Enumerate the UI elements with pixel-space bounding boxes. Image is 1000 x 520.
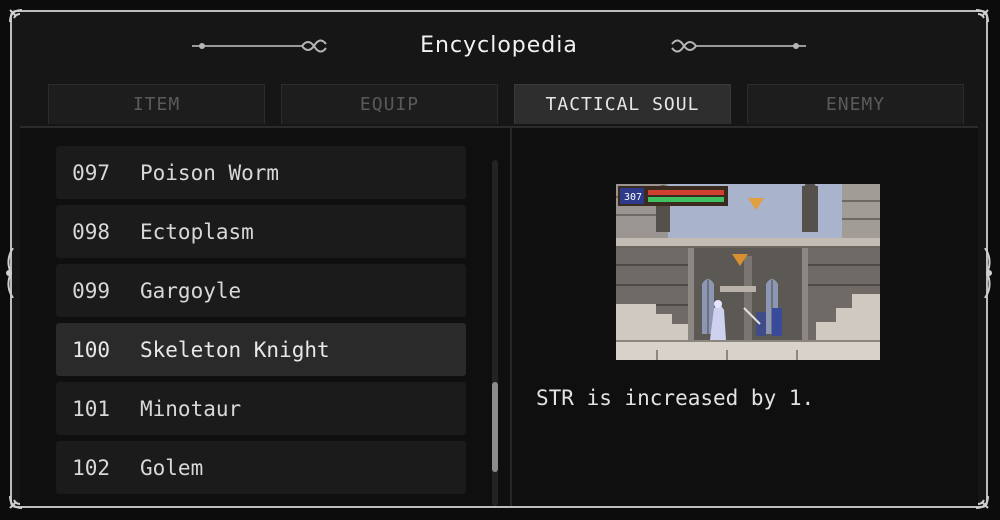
tab-enemy[interactable]: ENEMY bbox=[747, 84, 964, 124]
encyclopedia-window: Encyclopedia ITEM EQUIP TACTICAL SOUL EN… bbox=[6, 9, 992, 509]
title-bar: Encyclopedia bbox=[12, 12, 986, 78]
scrollbar-thumb[interactable] bbox=[492, 382, 498, 472]
list-item[interactable]: 102 Golem bbox=[56, 441, 466, 494]
entry-name: Golem bbox=[140, 455, 204, 480]
side-ornament-icon bbox=[6, 248, 14, 298]
entry-name: Ectoplasm bbox=[140, 219, 254, 244]
entry-name: Poison Worm bbox=[140, 160, 280, 185]
category-tabs: ITEM EQUIP TACTICAL SOUL ENEMY bbox=[48, 84, 964, 126]
entry-number: 098 bbox=[72, 219, 110, 244]
list-item[interactable]: 097 Poison Worm bbox=[56, 146, 466, 199]
entry-number: 102 bbox=[72, 455, 110, 480]
list-item[interactable]: 099 Gargoyle bbox=[56, 264, 466, 317]
entry-number: 099 bbox=[72, 278, 110, 303]
entry-name: Gargoyle bbox=[140, 278, 242, 303]
tab-item[interactable]: ITEM bbox=[48, 84, 265, 124]
list-scrollbar[interactable] bbox=[492, 160, 498, 506]
page-title: Encyclopedia bbox=[420, 32, 578, 58]
entry-name: Minotaur bbox=[140, 396, 242, 421]
entry-number: 101 bbox=[72, 396, 110, 421]
tab-equip[interactable]: EQUIP bbox=[281, 84, 498, 124]
detail-pane: 307 STR is increased by 1. bbox=[512, 128, 978, 506]
title-flourish-icon bbox=[671, 39, 806, 53]
list-item[interactable]: 101 Minotaur bbox=[56, 382, 466, 435]
hud-hp-value: 307 bbox=[624, 192, 642, 203]
entry-number: 100 bbox=[72, 337, 110, 362]
title-flourish-icon bbox=[192, 39, 327, 53]
side-ornament-icon bbox=[984, 248, 992, 298]
list-item-selected[interactable]: 100 Skeleton Knight bbox=[56, 323, 466, 376]
soul-list: 097 Poison Worm 098 Ectoplasm 099 Gargoy… bbox=[56, 146, 466, 494]
entry-name: Skeleton Knight bbox=[140, 337, 330, 362]
list-item[interactable]: 098 Ectoplasm bbox=[56, 205, 466, 258]
content-panel: 097 Poison Worm 098 Ectoplasm 099 Gargoy… bbox=[20, 126, 978, 506]
soul-preview-screenshot: 307 bbox=[616, 184, 880, 360]
entry-number: 097 bbox=[72, 160, 110, 185]
tab-tactical-soul[interactable]: TACTICAL SOUL bbox=[514, 84, 731, 124]
soul-description: STR is increased by 1. bbox=[536, 386, 815, 410]
soul-list-pane: 097 Poison Worm 098 Ectoplasm 099 Gargoy… bbox=[20, 128, 506, 506]
